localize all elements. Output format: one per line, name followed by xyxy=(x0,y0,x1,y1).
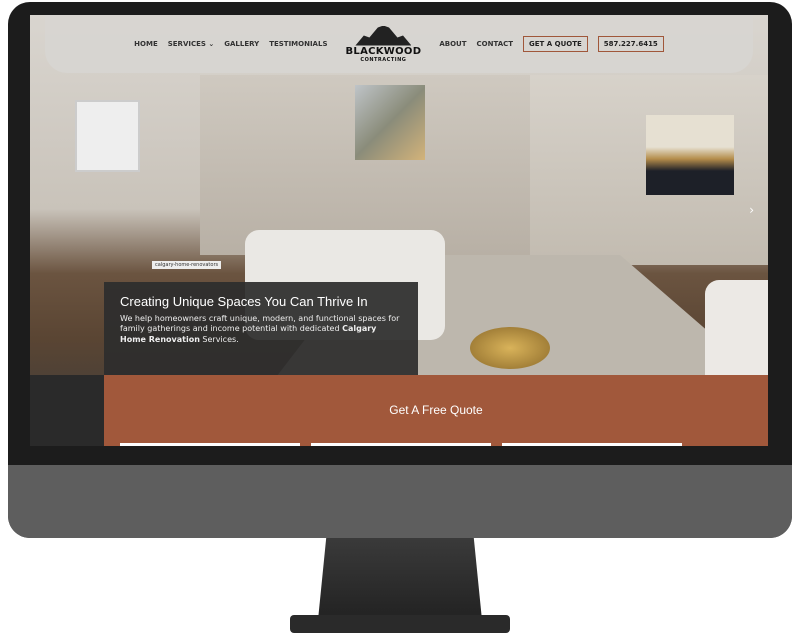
main-nav: HOME SERVICES ⌄ GALLERY TESTIMONIALS BLA… xyxy=(45,15,753,73)
wall-art-center xyxy=(355,85,425,160)
left-panel xyxy=(30,375,104,446)
monitor-base xyxy=(290,615,510,633)
monitor-stand xyxy=(318,538,482,620)
chevron-down-icon: ⌄ xyxy=(208,40,215,48)
hero-title: Creating Unique Spaces You Can Thrive In xyxy=(120,294,368,309)
monitor-chin xyxy=(8,465,792,538)
nav-services[interactable]: SERVICES ⌄ xyxy=(168,40,215,48)
quote-field-phone[interactable] xyxy=(502,443,682,446)
website-screen: calgary-home-renovators › HOME SERVICES … xyxy=(30,15,768,446)
get-quote-button[interactable]: GET A QUOTE xyxy=(523,36,588,52)
nav-services-label: SERVICES xyxy=(167,40,206,48)
logo[interactable]: BLACKWOOD CONTRACTING xyxy=(345,25,422,63)
image-tag: calgary-home-renovators xyxy=(152,261,222,269)
hero-description: We help homeowners craft unique, modern,… xyxy=(120,314,402,345)
wall-art-right xyxy=(646,115,734,195)
nav-contact[interactable]: CONTACT xyxy=(477,40,514,48)
logo-name: BLACKWOOD xyxy=(345,45,422,57)
logo-sub: CONTRACTING xyxy=(360,56,407,63)
logo-trees-icon xyxy=(355,25,412,46)
quote-field-name[interactable] xyxy=(120,443,300,446)
nav-gallery[interactable]: GALLERY xyxy=(224,40,259,48)
decor-bowl xyxy=(470,327,550,369)
wall-art-left xyxy=(75,100,140,172)
hero-text-box: Creating Unique Spaces You Can Thrive In… xyxy=(104,282,418,375)
quote-title: Get A Free Quote xyxy=(389,403,483,417)
hero-text-end: Services. xyxy=(199,334,239,344)
nav-home[interactable]: HOME xyxy=(134,40,158,48)
phone-button[interactable]: 587.227.6415 xyxy=(597,36,664,52)
chevron-right-icon[interactable]: › xyxy=(749,203,754,217)
quote-section: Get A Free Quote xyxy=(104,375,768,446)
quote-field-email[interactable] xyxy=(311,443,491,446)
nav-about[interactable]: ABOUT xyxy=(439,40,466,48)
nav-testimonials[interactable]: TESTIMONIALS xyxy=(269,40,327,48)
armchair-right xyxy=(705,280,768,390)
